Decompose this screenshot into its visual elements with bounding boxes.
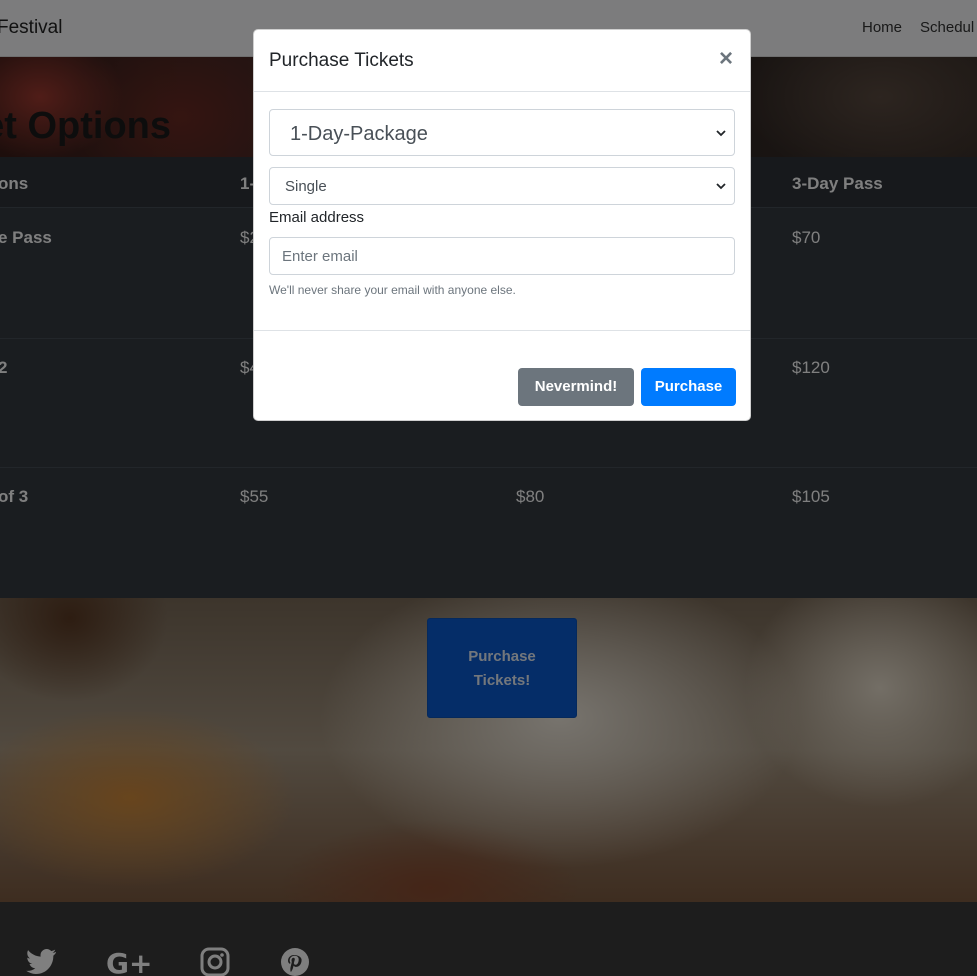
email-label: Email address xyxy=(269,209,365,226)
ticket-type-select-value: Single xyxy=(285,178,327,195)
modal-header: Purchase Tickets × xyxy=(254,30,750,92)
email-help-text: We'll never share your email with anyone… xyxy=(269,283,516,297)
ticket-type-select[interactable]: Single xyxy=(269,167,735,205)
nevermind-button[interactable]: Nevermind! xyxy=(518,368,634,406)
chevron-down-icon xyxy=(716,130,726,137)
purchase-tickets-modal: Purchase Tickets × 1-Day-Package Single … xyxy=(253,29,751,421)
package-select-value: 1-Day-Package xyxy=(290,123,428,145)
chevron-down-icon xyxy=(716,183,726,190)
package-select[interactable]: 1-Day-Package xyxy=(269,109,735,156)
email-field[interactable] xyxy=(269,237,735,275)
close-icon[interactable]: × xyxy=(714,47,738,71)
modal-title: Purchase Tickets xyxy=(269,50,414,71)
purchase-button[interactable]: Purchase xyxy=(641,368,736,406)
modal-footer: Nevermind! Purchase xyxy=(254,330,750,420)
